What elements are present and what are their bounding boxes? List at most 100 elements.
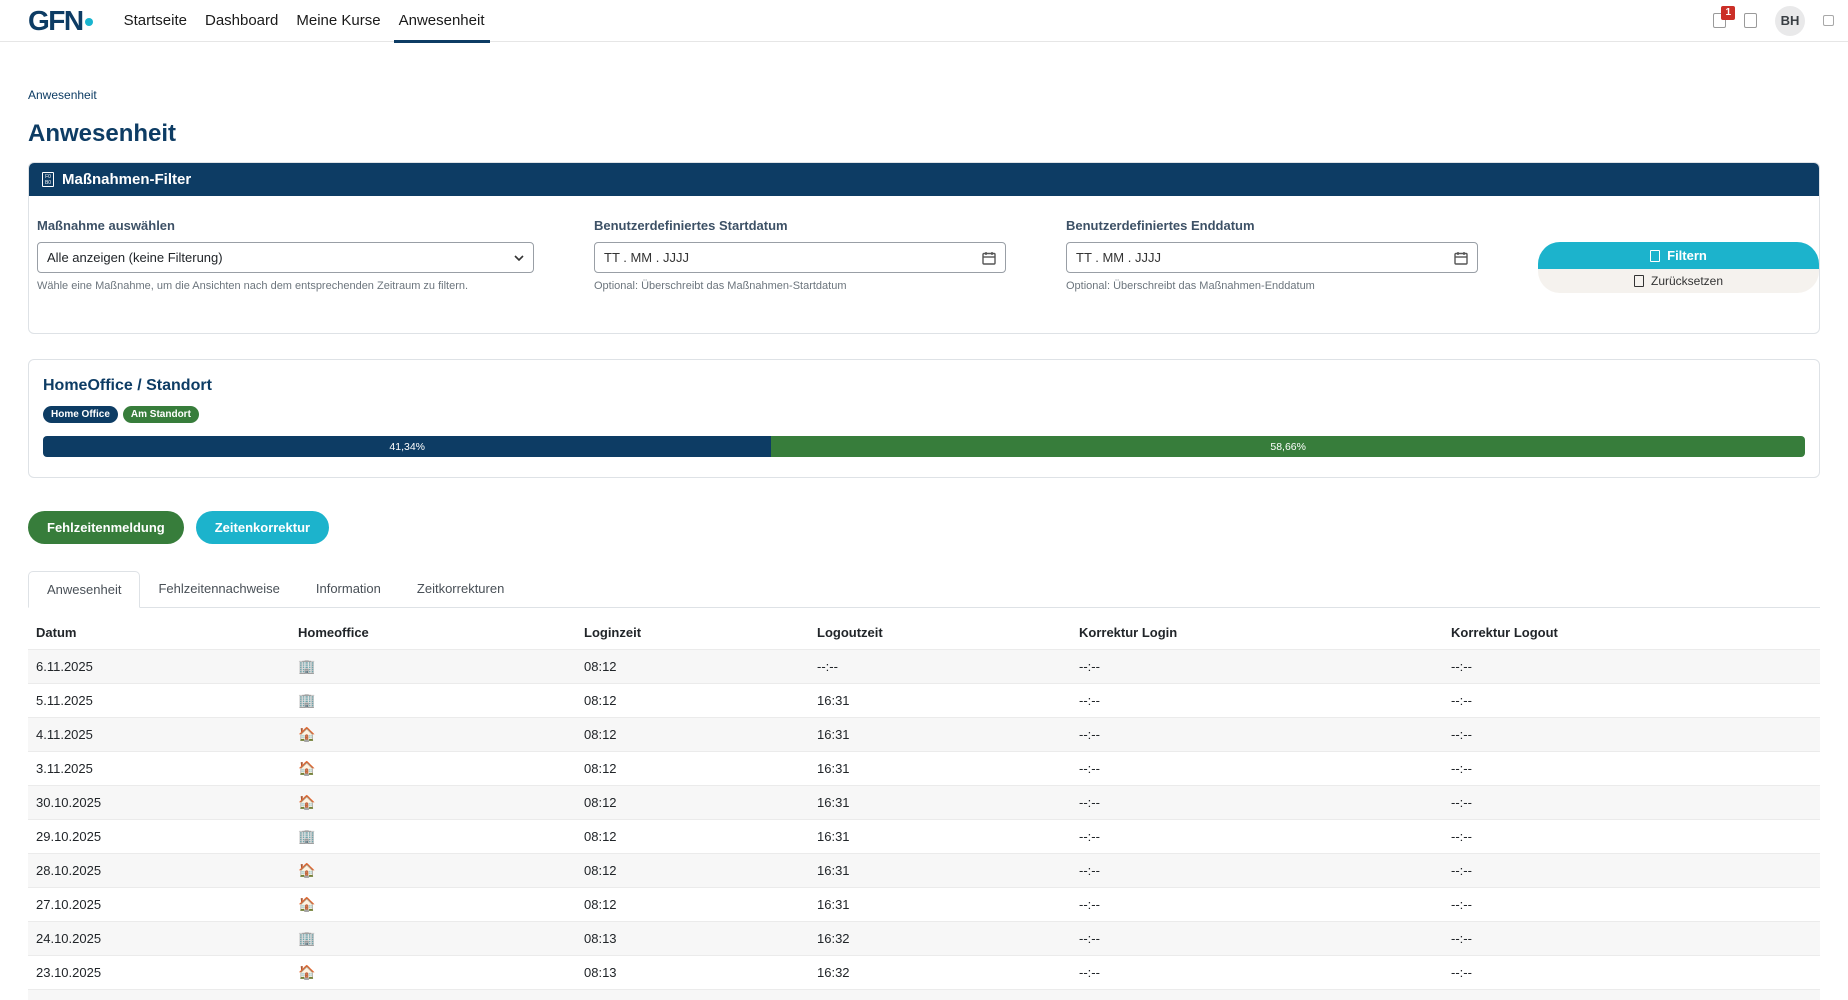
table-row: 24.10.2025🏢08:1316:32--:----:--	[28, 922, 1820, 956]
column-header-korrektur-login: Korrektur Login	[1071, 616, 1443, 650]
nav-item-dashboard[interactable]: Dashboard	[196, 0, 287, 42]
progress-segment-standort: 58,66%	[771, 436, 1805, 457]
loginzeit-cell: 08:12	[576, 752, 809, 786]
korrektur-login-cell: --:--	[1071, 990, 1443, 1000]
measure-select[interactable]: Alle anzeigen (keine Filterung)	[37, 242, 534, 273]
filter-button-icon	[1650, 250, 1660, 262]
table-row: 3.11.2025🏠08:1216:31--:----:--	[28, 752, 1820, 786]
homeoffice-cell: 🏠	[290, 786, 576, 820]
korrektur-login-cell: --:--	[1071, 888, 1443, 922]
tab-zeitkorrekturen[interactable]: Zeitkorrekturen	[399, 571, 522, 608]
notification-count-badge: 1	[1721, 6, 1735, 20]
end-date-field-group: Benutzerdefiniertes Enddatum Optional: Ü…	[1066, 218, 1478, 293]
attendance-table-body: 6.11.2025🏢08:12--:----:----:--5.11.2025🏢…	[28, 650, 1820, 1000]
progress-home-percent: 41,34%	[389, 441, 425, 453]
table-row: 28.10.2025🏠08:1216:31--:----:--	[28, 854, 1820, 888]
filter-button[interactable]: Filtern	[1538, 242, 1819, 269]
filter-card-body: Maßnahme auswählen Alle anzeigen (keine …	[29, 196, 1819, 333]
office-building-icon: 🏢	[298, 692, 315, 708]
am-standort-badge: Am Standort	[123, 406, 199, 423]
zeitenkorrektur-button[interactable]: Zeitenkorrektur	[196, 511, 329, 544]
table-row: 22.10.2025🏢08:1316:32--:----:--	[28, 990, 1820, 1000]
korrektur-login-cell: --:--	[1071, 854, 1443, 888]
top-navigation-bar: GFN StartseiteDashboardMeine KurseAnwese…	[0, 0, 1848, 42]
homeoffice-card-title: HomeOffice / Standort	[43, 377, 1805, 395]
homeoffice-cell: 🏠	[290, 956, 576, 990]
homeoffice-cell: 🏢	[290, 820, 576, 854]
end-date-input[interactable]	[1067, 250, 1454, 265]
topbar-right: 1 BH	[1713, 6, 1834, 36]
reset-button[interactable]: Zurücksetzen	[1538, 269, 1819, 293]
logoutzeit-cell: 16:31	[809, 854, 1071, 888]
loginzeit-cell: 08:12	[576, 786, 809, 820]
measure-select-value: Alle anzeigen (keine Filterung)	[47, 250, 223, 265]
massnahmen-filter-card: F0B0 Maßnahmen-Filter Maßnahme auswählen…	[28, 162, 1820, 334]
korrektur-login-cell: --:--	[1071, 956, 1443, 990]
notifications-button[interactable]: 1	[1713, 13, 1726, 28]
homeoffice-cell: 🏠	[290, 888, 576, 922]
attendance-table: DatumHomeofficeLoginzeitLogoutzeitKorrek…	[28, 616, 1820, 1000]
house-icon: 🏠	[298, 760, 315, 776]
reset-button-label: Zurücksetzen	[1651, 274, 1723, 288]
table-row: 30.10.2025🏠08:1216:31--:----:--	[28, 786, 1820, 820]
logoutzeit-cell: 16:31	[809, 684, 1071, 718]
date-cell: 29.10.2025	[28, 820, 290, 854]
calendar-icon[interactable]	[982, 251, 996, 265]
table-row: 4.11.2025🏠08:1216:31--:----:--	[28, 718, 1820, 752]
house-icon: 🏠	[298, 964, 315, 980]
homeoffice-cell: 🏠	[290, 854, 576, 888]
homeoffice-standort-card: HomeOffice / Standort Home Office Am Sta…	[28, 359, 1820, 478]
measure-select-label: Maßnahme auswählen	[37, 218, 534, 233]
nav-item-meine-kurse[interactable]: Meine Kurse	[287, 0, 389, 42]
column-header-loginzeit: Loginzeit	[576, 616, 809, 650]
nav-item-startseite[interactable]: Startseite	[115, 0, 196, 42]
korrektur-login-cell: --:--	[1071, 752, 1443, 786]
korrektur-logout-cell: --:--	[1443, 888, 1820, 922]
loginzeit-cell: 08:12	[576, 718, 809, 752]
loginzeit-cell: 08:13	[576, 922, 809, 956]
gfn-logo[interactable]: GFN	[28, 5, 93, 37]
loginzeit-cell: 08:12	[576, 684, 809, 718]
start-date-field-group: Benutzerdefiniertes Startdatum Optional:…	[594, 218, 1006, 293]
korrektur-logout-cell: --:--	[1443, 718, 1820, 752]
homeoffice-cell: 🏠	[290, 718, 576, 752]
logoutzeit-cell: 16:32	[809, 922, 1071, 956]
nav-item-anwesenheit[interactable]: Anwesenheit	[390, 0, 494, 42]
attendance-table-header: DatumHomeofficeLoginzeitLogoutzeitKorrek…	[28, 616, 1820, 650]
logoutzeit-cell: 16:32	[809, 956, 1071, 990]
logoutzeit-cell: 16:31	[809, 888, 1071, 922]
reset-button-icon	[1634, 275, 1644, 287]
homeoffice-cell: 🏠	[290, 752, 576, 786]
tab-fehlzeitennachweise[interactable]: Fehlzeitennachweise	[140, 571, 297, 608]
korrektur-login-cell: --:--	[1071, 684, 1443, 718]
gfn-logo-dot-icon	[85, 18, 93, 26]
korrektur-logout-cell: --:--	[1443, 922, 1820, 956]
logoutzeit-cell: 16:32	[809, 990, 1071, 1000]
fehlzeitenmeldung-button[interactable]: Fehlzeitenmeldung	[28, 511, 184, 544]
homeoffice-cell: 🏢	[290, 922, 576, 956]
filter-card-header: F0B0 Maßnahmen-Filter	[29, 163, 1819, 196]
calendar-icon[interactable]	[1454, 251, 1468, 265]
profile-menu-toggle-icon[interactable]	[1823, 15, 1834, 26]
gfn-logo-text: GFN	[28, 5, 83, 37]
help-button[interactable]	[1744, 13, 1757, 28]
start-date-input[interactable]	[595, 250, 982, 265]
filter-card-title: Maßnahmen-Filter	[62, 171, 191, 188]
filter-button-label: Filtern	[1667, 248, 1707, 263]
korrektur-login-cell: --:--	[1071, 786, 1443, 820]
column-header-korrektur-logout: Korrektur Logout	[1443, 616, 1820, 650]
date-cell: 28.10.2025	[28, 854, 290, 888]
legend-badges: Home Office Am Standort	[43, 406, 1805, 423]
breadcrumb[interactable]: Anwesenheit	[28, 88, 1820, 102]
loginzeit-cell: 08:12	[576, 820, 809, 854]
date-cell: 22.10.2025	[28, 990, 290, 1000]
tab-information[interactable]: Information	[298, 571, 399, 608]
logoutzeit-cell: 16:31	[809, 718, 1071, 752]
end-date-label: Benutzerdefiniertes Enddatum	[1066, 218, 1478, 233]
column-header-logoutzeit: Logoutzeit	[809, 616, 1071, 650]
tab-anwesenheit[interactable]: Anwesenheit	[28, 571, 140, 608]
avatar[interactable]: BH	[1775, 6, 1805, 36]
tab-bar: AnwesenheitFehlzeitennachweiseInformatio…	[28, 571, 1820, 608]
korrektur-login-cell: --:--	[1071, 718, 1443, 752]
korrektur-logout-cell: --:--	[1443, 786, 1820, 820]
